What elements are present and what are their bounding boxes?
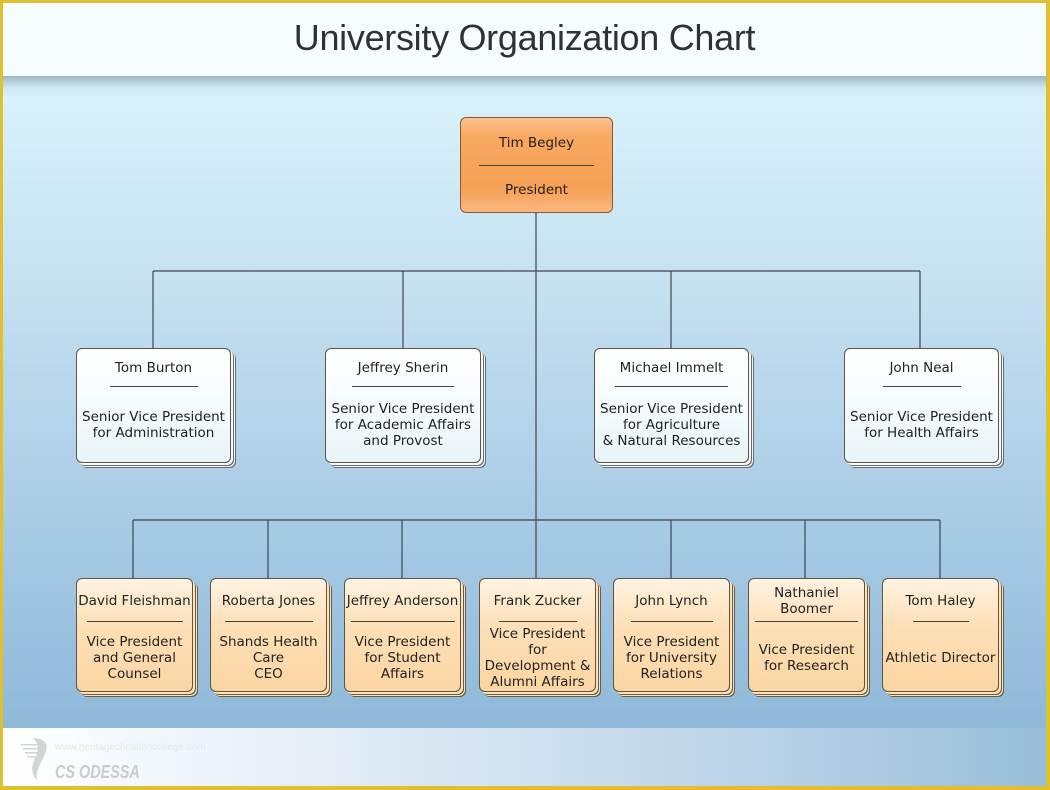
node-title: Vice President for Research	[758, 642, 855, 674]
svp-node[interactable]: Jeffrey Sherin Senior Vice President for…	[325, 348, 481, 463]
vp-node[interactable]: Tom Haley Athletic Director	[882, 578, 999, 692]
node-title: President	[505, 182, 568, 198]
node-title: Vice President for Development & Alumni …	[484, 626, 591, 690]
node-title: Vice President for University Relations	[623, 634, 720, 682]
node-name: Jeffrey Sherin	[357, 360, 449, 376]
svp-node[interactable]: John Neal Senior Vice President for Heal…	[844, 348, 999, 463]
svp-node[interactable]: Tom Burton Senior Vice President for Adm…	[76, 348, 231, 463]
footer: www.heritagechristiancollege.com CS ODES…	[3, 728, 1046, 786]
svp-node[interactable]: Michael Immelt Senior Vice President for…	[594, 348, 749, 463]
watermark-url: www.heritagechristiancollege.com	[55, 742, 206, 753]
node-divider	[352, 386, 454, 387]
vp-node[interactable]: David Fleishman Vice President and Gener…	[76, 578, 193, 692]
node-divider	[86, 621, 183, 622]
cs-odessa-logo: www.heritagechristiancollege.com CS ODES…	[19, 736, 206, 784]
node-title: Senior Vice President for Agriculture & …	[600, 401, 743, 449]
header: University Organization Chart	[3, 3, 1046, 76]
node-name: Nathaniel Boomer	[774, 585, 839, 617]
org-chart-canvas: Tim Begley President Tom Burton Senior V…	[3, 76, 1046, 728]
node-divider	[882, 386, 961, 387]
president-node[interactable]: Tim Begley President	[460, 117, 613, 213]
node-title: Athletic Director	[885, 650, 996, 666]
node-divider	[912, 621, 969, 622]
chart-frame: University Organization Chart Tim Begley…	[3, 3, 1046, 786]
node-name: John Lynch	[635, 593, 708, 609]
node-name: Tim Begley	[498, 135, 575, 151]
swoosh-icon	[21, 738, 47, 780]
node-title: Vice President and General Counsel	[86, 634, 183, 682]
node-name: Tom Haley	[905, 593, 976, 609]
node-name: Roberta Jones	[221, 593, 316, 609]
vp-node[interactable]: John Lynch Vice President for University…	[613, 578, 730, 692]
node-title: Senior Vice President for Health Affairs	[850, 409, 993, 441]
node-divider	[615, 386, 728, 387]
node-title: Senior Vice President for Administration	[82, 409, 225, 441]
logo-text: CS ODESSA	[55, 762, 140, 782]
node-divider	[755, 621, 858, 622]
node-name: John Neal	[889, 360, 954, 376]
node-title: Senior Vice President for Academic Affai…	[331, 401, 475, 449]
node-name: Tom Burton	[114, 360, 193, 376]
vp-node[interactable]: Frank Zucker Vice President for Developm…	[479, 578, 596, 692]
vp-node[interactable]: Nathaniel Boomer Vice President for Rese…	[748, 578, 865, 692]
node-divider	[224, 621, 313, 622]
node-name: Jeffrey Anderson	[346, 593, 459, 609]
node-title: Vice President for Student Affairs	[354, 634, 451, 682]
node-name: Frank Zucker	[493, 593, 582, 609]
node-title: Shands Health Care CEO	[219, 634, 318, 682]
vp-node[interactable]: Roberta Jones Shands Health Care CEO	[210, 578, 327, 692]
node-name: Michael Immelt	[619, 360, 724, 376]
node-name: David Fleishman	[78, 593, 191, 609]
vp-node[interactable]: Jeffrey Anderson Vice President for Stud…	[344, 578, 461, 692]
node-divider	[350, 621, 455, 622]
node-divider	[479, 165, 594, 166]
node-divider	[109, 386, 198, 387]
page-title: University Organization Chart	[293, 17, 756, 58]
node-divider	[630, 621, 713, 622]
node-divider	[498, 621, 577, 622]
